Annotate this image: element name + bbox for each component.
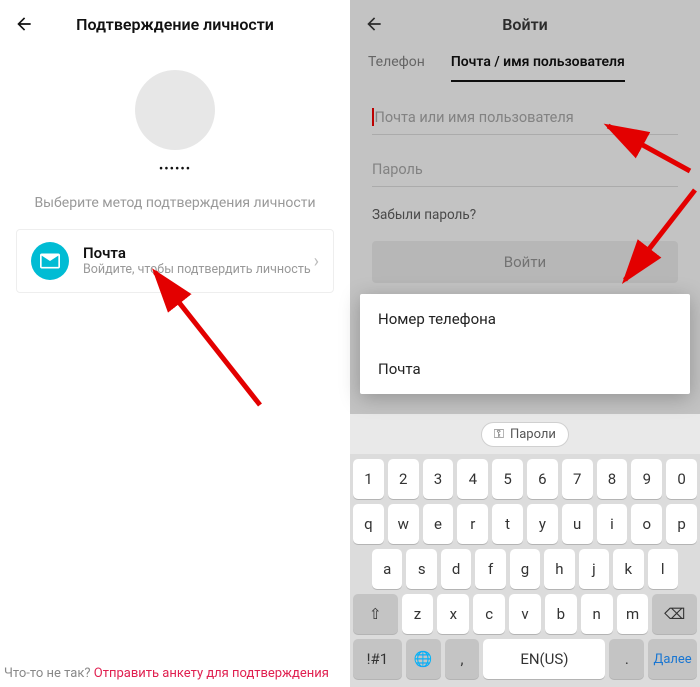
key-s[interactable]: s <box>406 549 436 589</box>
suggestion-bar: ⚿ Пароли <box>350 414 700 454</box>
email-field[interactable]: Почта или имя пользователя <box>372 108 678 135</box>
key-k[interactable]: k <box>613 549 643 589</box>
method-subtitle: Войдите, чтобы подтвердить личность <box>83 262 314 278</box>
key-v[interactable]: v <box>509 594 541 634</box>
key-d[interactable]: d <box>441 549 471 589</box>
login-panel: Войти Телефон Почта / имя пользователя П… <box>350 0 700 687</box>
key-g[interactable]: g <box>510 549 540 589</box>
keyboard: 1234567890 qwertyuiop asdfghjkl ⇧zxcvbnm… <box>350 454 700 687</box>
masked-name: •••••• <box>0 162 350 177</box>
key-next[interactable]: Далее <box>648 639 697 679</box>
key-1[interactable]: 1 <box>353 459 384 499</box>
key-h[interactable]: h <box>544 549 574 589</box>
key-symbols[interactable]: !#1 <box>353 639 402 679</box>
key-y[interactable]: y <box>527 504 558 544</box>
autofill-popup: Номер телефона Почта <box>360 294 690 394</box>
key-x[interactable]: x <box>437 594 469 634</box>
popup-item-phone[interactable]: Номер телефона <box>360 294 690 344</box>
forgot-password-link[interactable]: Забыли пароль? <box>372 207 678 223</box>
key-shift[interactable]: ⇧ <box>353 594 398 634</box>
key-n[interactable]: n <box>581 594 613 634</box>
key-dot[interactable]: . <box>609 639 644 679</box>
identity-panel: Подтверждение личности •••••• Выберите м… <box>0 0 350 687</box>
left-header: Подтверждение личности <box>0 0 350 48</box>
key-comma[interactable]: , <box>445 639 480 679</box>
key-6[interactable]: 6 <box>527 459 558 499</box>
choose-method-label: Выберите метод подтверждения личности <box>0 195 350 211</box>
password-field[interactable]: Пароль <box>372 161 678 187</box>
tab-email[interactable]: Почта / имя пользователя <box>451 54 625 82</box>
login-button[interactable]: Войти <box>372 241 678 283</box>
key-e[interactable]: e <box>423 504 454 544</box>
footer-question: Что-то не так? <box>4 666 91 681</box>
key-8[interactable]: 8 <box>597 459 628 499</box>
keyboard-area: ⚿ Пароли 1234567890 qwertyuiop asdfghjkl… <box>350 414 700 687</box>
key-o[interactable]: o <box>631 504 662 544</box>
method-title: Почта <box>83 244 314 262</box>
method-text: Почта Войдите, чтобы подтвердить личност… <box>83 244 314 278</box>
passwords-chip[interactable]: ⚿ Пароли <box>481 422 569 447</box>
right-title: Войти <box>350 15 700 34</box>
key-globe[interactable]: 🌐 <box>406 639 441 679</box>
key-3[interactable]: 3 <box>423 459 454 499</box>
key-r[interactable]: r <box>457 504 488 544</box>
popup-item-email[interactable]: Почта <box>360 344 690 394</box>
key-2[interactable]: 2 <box>388 459 419 499</box>
key-9[interactable]: 9 <box>631 459 662 499</box>
key-7[interactable]: 7 <box>562 459 593 499</box>
key-4[interactable]: 4 <box>457 459 488 499</box>
mail-icon <box>31 242 69 280</box>
key-0[interactable]: 0 <box>666 459 697 499</box>
key-a[interactable]: a <box>372 549 402 589</box>
chevron-right-icon: › <box>314 251 319 272</box>
footer: Что-то не так? Отправить анкету для подт… <box>0 666 350 681</box>
password-placeholder: Пароль <box>372 161 423 178</box>
tab-phone[interactable]: Телефон <box>368 54 425 82</box>
key-w[interactable]: w <box>388 504 419 544</box>
key-t[interactable]: t <box>492 504 523 544</box>
text-cursor <box>372 108 374 126</box>
key-m[interactable]: m <box>617 594 649 634</box>
key-c[interactable]: c <box>473 594 505 634</box>
key-space[interactable]: EN(US) <box>483 639 605 679</box>
key-backspace[interactable]: ⌫ <box>652 594 697 634</box>
key-z[interactable]: z <box>402 594 434 634</box>
footer-link[interactable]: Отправить анкету для подтверждения <box>94 666 329 681</box>
key-q[interactable]: q <box>353 504 384 544</box>
left-title: Подтверждение личности <box>0 15 350 34</box>
key-icon: ⚿ <box>494 427 504 442</box>
login-tabs: Телефон Почта / имя пользователя <box>350 54 700 82</box>
method-email-card[interactable]: Почта Войдите, чтобы подтвердить личност… <box>16 229 334 293</box>
avatar-placeholder <box>135 70 215 150</box>
key-i[interactable]: i <box>597 504 628 544</box>
key-u[interactable]: u <box>562 504 593 544</box>
key-l[interactable]: l <box>648 549 678 589</box>
key-p[interactable]: p <box>666 504 697 544</box>
email-placeholder: Почта или имя пользователя <box>375 109 574 126</box>
right-header: Войти <box>350 0 700 48</box>
chip-label: Пароли <box>510 427 556 442</box>
key-5[interactable]: 5 <box>492 459 523 499</box>
key-j[interactable]: j <box>579 549 609 589</box>
key-f[interactable]: f <box>475 549 505 589</box>
key-b[interactable]: b <box>545 594 577 634</box>
